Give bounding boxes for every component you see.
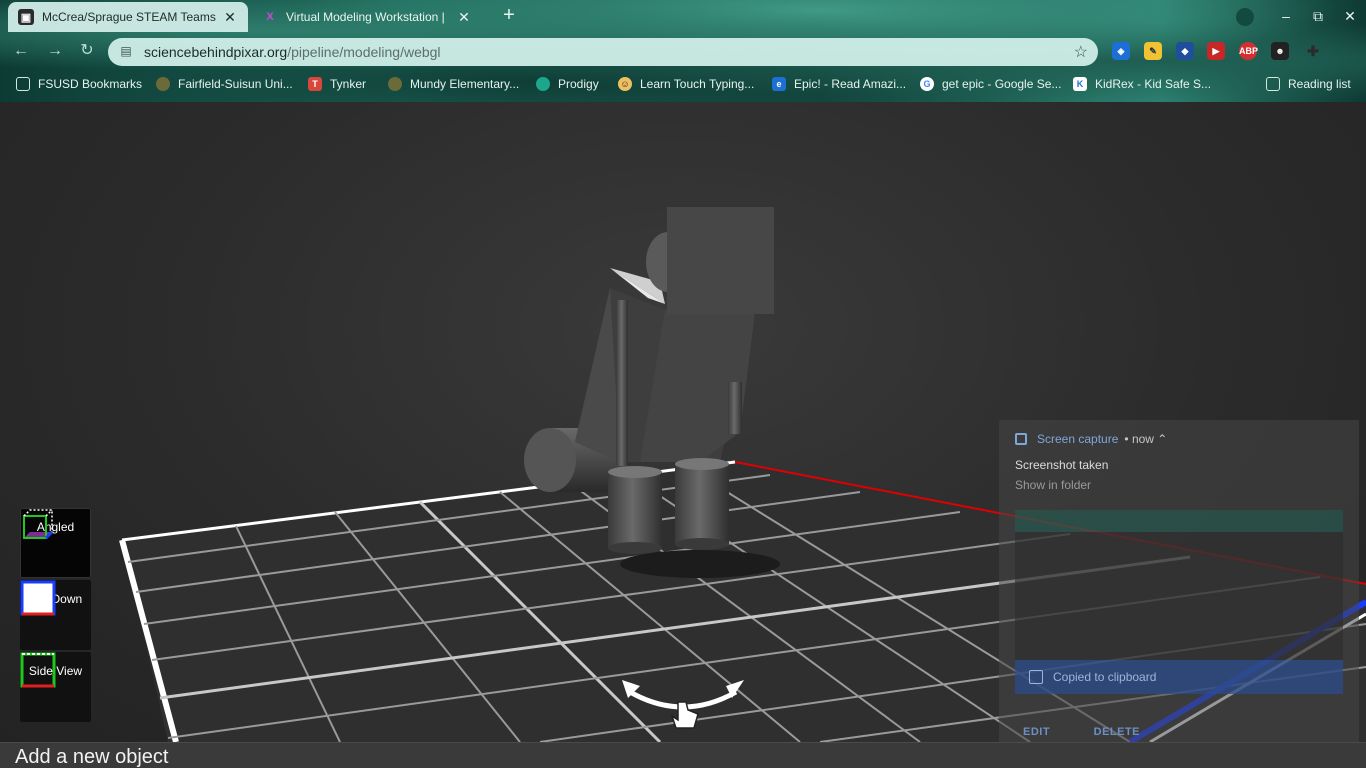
close-tab-icon[interactable]: ✕ [222, 9, 238, 26]
shield-extension-icon[interactable]: ◈ [1112, 42, 1130, 60]
close-window-button[interactable]: ✕ [1340, 8, 1360, 25]
bookmark-epic[interactable]: e Epic! - Read Amazi... [772, 72, 906, 96]
school-crest-icon [388, 77, 402, 91]
view-side-button[interactable]: Side View [20, 652, 91, 722]
reading-list[interactable]: Reading list [1266, 72, 1351, 96]
reading-list-icon [1266, 77, 1280, 91]
screenshot-thumbnail[interactable] [1015, 510, 1343, 660]
show-in-folder-link[interactable]: Show in folder [1015, 478, 1091, 492]
media-extension-icon[interactable]: ▶ [1207, 42, 1225, 60]
clipboard-text: Copied to clipboard [1053, 670, 1157, 684]
back-arrow-icon[interactable]: ← [10, 40, 32, 62]
typing-icon: ☺ [618, 77, 632, 91]
delete-button[interactable]: DELETE [1094, 726, 1140, 738]
character-extension-icon[interactable]: ☻ [1271, 42, 1289, 60]
notification-time: • now ⌃ [1124, 432, 1168, 446]
pixar-favicon-icon: X [266, 11, 274, 23]
top-down-square-icon [20, 580, 56, 616]
bookmark-mundy[interactable]: Mundy Elementary... [388, 72, 519, 96]
model-shadow [620, 550, 780, 578]
profile-avatar[interactable] [1236, 8, 1254, 26]
screen-capture-icon [1015, 433, 1027, 445]
url-path: /pipeline/modeling/webgl [287, 44, 441, 60]
maximize-button[interactable]: ⧉ [1308, 8, 1328, 25]
view-top-down-button[interactable]: Top Down [20, 580, 91, 650]
url-text: sciencebehindpixar.org/pipeline/modeling… [144, 44, 1074, 60]
browser-chrome: ▣ McCrea/Sprague STEAM Teams ✕ X Virtual… [0, 0, 1366, 102]
notification-app: Screen capture [1037, 432, 1119, 446]
new-tab-button[interactable]: + [498, 5, 520, 27]
minimize-button[interactable]: – [1276, 8, 1296, 24]
bookmark-kidrex[interactable]: K KidRex - Kid Safe S... [1073, 72, 1211, 96]
bookmark-fsusd[interactable]: FSUSD Bookmarks [16, 72, 142, 96]
folder-icon [16, 77, 30, 91]
bookmark-tynker[interactable]: T Tynker [308, 72, 366, 96]
tynker-icon: T [308, 77, 322, 91]
notification-title: Screenshot taken [1015, 458, 1109, 472]
tab-modeling-workstation[interactable]: X Virtual Modeling Workstation | ✕ [252, 2, 482, 32]
tab-steam-teams[interactable]: ▣ McCrea/Sprague STEAM Teams ✕ [8, 2, 248, 32]
notification-actions: EDIT DELETE [1023, 726, 1180, 738]
kidrex-icon: K [1073, 77, 1087, 91]
edit-button[interactable]: EDIT [1023, 726, 1050, 738]
pencil-extension-icon[interactable]: ✎ [1144, 42, 1162, 60]
google-icon: G [920, 77, 934, 91]
prodigy-icon [536, 77, 550, 91]
url-host: sciencebehindpixar.org [144, 44, 288, 60]
copied-to-clipboard-bar: Copied to clipboard [1015, 660, 1343, 694]
angled-cube-icon [23, 509, 54, 540]
bookmark-star-icon[interactable]: ☆ [1074, 42, 1088, 62]
notification-header: Screen capture • now ⌃ [1015, 432, 1167, 446]
view-angled-button[interactable]: Angled [20, 508, 91, 578]
site-info-icon[interactable]: ▤ [118, 44, 134, 60]
bookmark-typing[interactable]: ☺ Learn Touch Typing... [618, 72, 754, 96]
address-bar[interactable]: ▤ sciencebehindpixar.org/pipeline/modeli… [108, 38, 1098, 66]
puzzle-extensions-icon[interactable]: ✚ [1304, 42, 1322, 60]
tab-strip: ▣ McCrea/Sprague STEAM Teams ✕ X Virtual… [0, 0, 1366, 32]
school-crest-icon [156, 77, 170, 91]
close-tab-icon[interactable]: ✕ [456, 9, 472, 26]
epic-icon: e [772, 77, 786, 91]
bookmark-google-epic[interactable]: Gget epic - Google Se... [920, 72, 1061, 96]
clipboard-icon [1029, 670, 1043, 684]
tab-title: McCrea/Sprague STEAM Teams [42, 10, 216, 24]
tab-title: Virtual Modeling Workstation | [286, 10, 445, 24]
reload-icon[interactable]: ↻ [76, 40, 98, 62]
add-object-bar[interactable]: Add a new object [0, 742, 1366, 768]
bookmark-prodigy[interactable]: Prodigy [536, 72, 599, 96]
diamond-extension-icon[interactable]: ◆ [1176, 42, 1194, 60]
adblock-extension-icon[interactable]: ABP [1239, 42, 1258, 60]
forward-arrow-icon[interactable]: → [44, 40, 66, 62]
bookmark-fairfield[interactable]: Fairfield-Suisun Uni... [156, 72, 293, 96]
screen-capture-notification[interactable]: Screen capture • now ⌃ Screenshot taken … [999, 420, 1359, 758]
bookmarks-bar: FSUSD Bookmarks Fairfield-Suisun Uni... … [0, 72, 1366, 96]
add-object-label: Add a new object [15, 746, 169, 768]
side-view-square-icon [20, 652, 56, 688]
teams-favicon-icon: ▣ [18, 9, 34, 25]
